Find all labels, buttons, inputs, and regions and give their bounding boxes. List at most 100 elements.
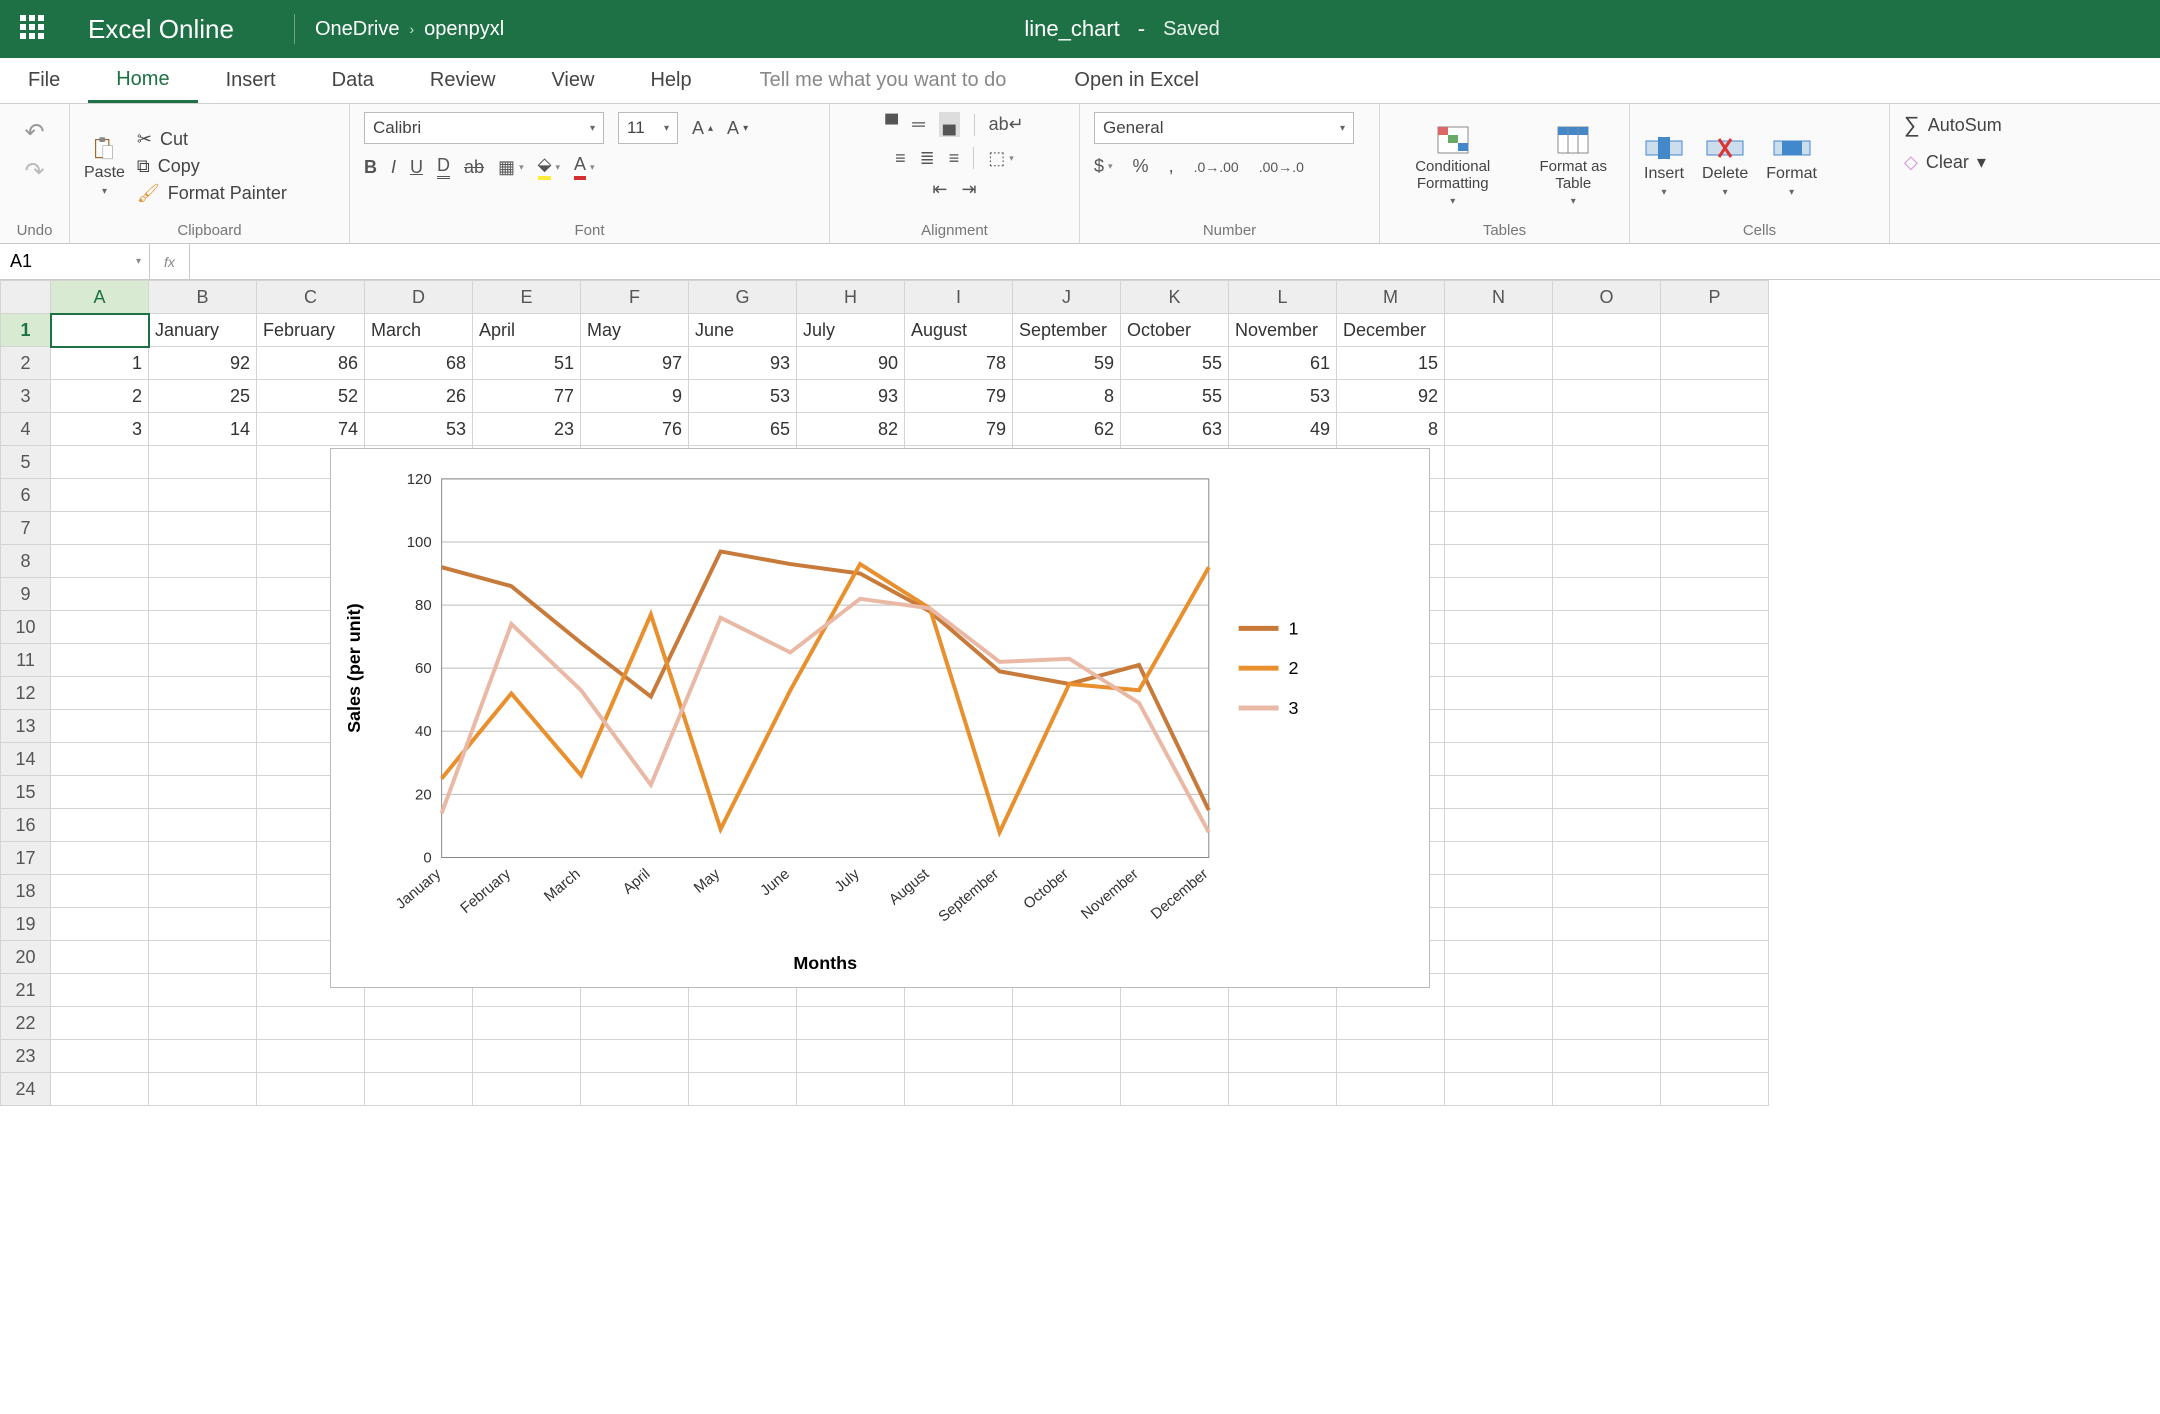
chart-series-line[interactable]: [442, 599, 1209, 832]
cell[interactable]: [51, 809, 149, 842]
cell[interactable]: [365, 1040, 473, 1073]
cell[interactable]: [1553, 1007, 1661, 1040]
cell[interactable]: [149, 842, 257, 875]
cell[interactable]: [1445, 314, 1553, 347]
cell[interactable]: [51, 974, 149, 1007]
cell[interactable]: 68: [365, 347, 473, 380]
cell[interactable]: [1661, 1040, 1769, 1073]
cell[interactable]: [149, 875, 257, 908]
cell[interactable]: [1661, 446, 1769, 479]
cell[interactable]: June: [689, 314, 797, 347]
cell[interactable]: 74: [257, 413, 365, 446]
row-header[interactable]: 10: [1, 611, 51, 644]
cell[interactable]: [51, 776, 149, 809]
cell[interactable]: [905, 1073, 1013, 1106]
cell[interactable]: [905, 1007, 1013, 1040]
cell[interactable]: [905, 1040, 1013, 1073]
cell[interactable]: [51, 677, 149, 710]
cell[interactable]: [1553, 875, 1661, 908]
align-left-button[interactable]: ≡: [895, 148, 906, 169]
align-top-button[interactable]: ▀: [885, 114, 898, 135]
cell[interactable]: [1229, 1040, 1337, 1073]
cell[interactable]: [581, 1007, 689, 1040]
percent-button[interactable]: %: [1133, 156, 1149, 177]
cell[interactable]: [257, 1073, 365, 1106]
cell[interactable]: [1553, 479, 1661, 512]
cell[interactable]: 26: [365, 380, 473, 413]
cell[interactable]: [1661, 413, 1769, 446]
row-header[interactable]: 20: [1, 941, 51, 974]
row-header[interactable]: 16: [1, 809, 51, 842]
cell[interactable]: 55: [1121, 347, 1229, 380]
column-header[interactable]: A: [51, 281, 149, 314]
cell[interactable]: 92: [1337, 380, 1445, 413]
cell[interactable]: [51, 479, 149, 512]
cell[interactable]: [1553, 1073, 1661, 1106]
open-in-excel[interactable]: Open in Excel: [1046, 58, 1227, 103]
cell[interactable]: [1445, 413, 1553, 446]
borders-button[interactable]: ▦▾: [498, 157, 524, 178]
breadcrumb-location[interactable]: OneDrive: [315, 18, 399, 41]
cell[interactable]: [581, 1073, 689, 1106]
cell[interactable]: [1553, 578, 1661, 611]
cell[interactable]: April: [473, 314, 581, 347]
cell[interactable]: [1445, 677, 1553, 710]
cell[interactable]: [1661, 479, 1769, 512]
comma-button[interactable]: ,: [1169, 156, 1174, 177]
cell[interactable]: [1445, 842, 1553, 875]
cell[interactable]: [1445, 908, 1553, 941]
formula-bar[interactable]: [190, 244, 2160, 279]
row-header[interactable]: 6: [1, 479, 51, 512]
cell[interactable]: 61: [1229, 347, 1337, 380]
cell[interactable]: 79: [905, 413, 1013, 446]
cell[interactable]: [1661, 347, 1769, 380]
cell[interactable]: [1661, 644, 1769, 677]
cell[interactable]: 59: [1013, 347, 1121, 380]
column-header[interactable]: O: [1553, 281, 1661, 314]
row-header[interactable]: 24: [1, 1073, 51, 1106]
cell[interactable]: 92: [149, 347, 257, 380]
cell[interactable]: September: [1013, 314, 1121, 347]
cell[interactable]: [149, 941, 257, 974]
cell[interactable]: [1661, 314, 1769, 347]
column-header[interactable]: C: [257, 281, 365, 314]
column-header[interactable]: L: [1229, 281, 1337, 314]
cell[interactable]: [473, 1007, 581, 1040]
cell[interactable]: February: [257, 314, 365, 347]
row-header[interactable]: 5: [1, 446, 51, 479]
cell[interactable]: [1121, 1040, 1229, 1073]
cell[interactable]: [149, 743, 257, 776]
cell[interactable]: [1661, 809, 1769, 842]
cell[interactable]: [1553, 677, 1661, 710]
cell[interactable]: [51, 743, 149, 776]
cell[interactable]: 63: [1121, 413, 1229, 446]
cell[interactable]: 51: [473, 347, 581, 380]
column-header[interactable]: M: [1337, 281, 1445, 314]
copy-button[interactable]: ⧉Copy: [137, 156, 287, 177]
cell[interactable]: 9: [581, 380, 689, 413]
cell[interactable]: [1445, 446, 1553, 479]
cell[interactable]: [689, 1040, 797, 1073]
row-header[interactable]: 14: [1, 743, 51, 776]
row-header[interactable]: 17: [1, 842, 51, 875]
row-header[interactable]: 1: [1, 314, 51, 347]
font-size-select[interactable]: 11▾: [618, 112, 678, 144]
cell[interactable]: [1553, 380, 1661, 413]
column-header[interactable]: F: [581, 281, 689, 314]
column-header[interactable]: I: [905, 281, 1013, 314]
row-header[interactable]: 4: [1, 413, 51, 446]
strikethrough-button[interactable]: ab: [464, 157, 484, 178]
cell[interactable]: [1553, 776, 1661, 809]
insert-cells-button[interactable]: Insert▾: [1644, 135, 1684, 198]
cell[interactable]: May: [581, 314, 689, 347]
cell[interactable]: [1337, 1040, 1445, 1073]
cell[interactable]: [1661, 512, 1769, 545]
cell[interactable]: 14: [149, 413, 257, 446]
cell[interactable]: [473, 1073, 581, 1106]
bold-button[interactable]: B: [364, 157, 377, 178]
cell[interactable]: [473, 1040, 581, 1073]
double-underline-button[interactable]: D: [437, 155, 450, 179]
cell[interactable]: [1445, 974, 1553, 1007]
cell[interactable]: [1553, 941, 1661, 974]
name-box[interactable]: ▾: [0, 244, 150, 279]
